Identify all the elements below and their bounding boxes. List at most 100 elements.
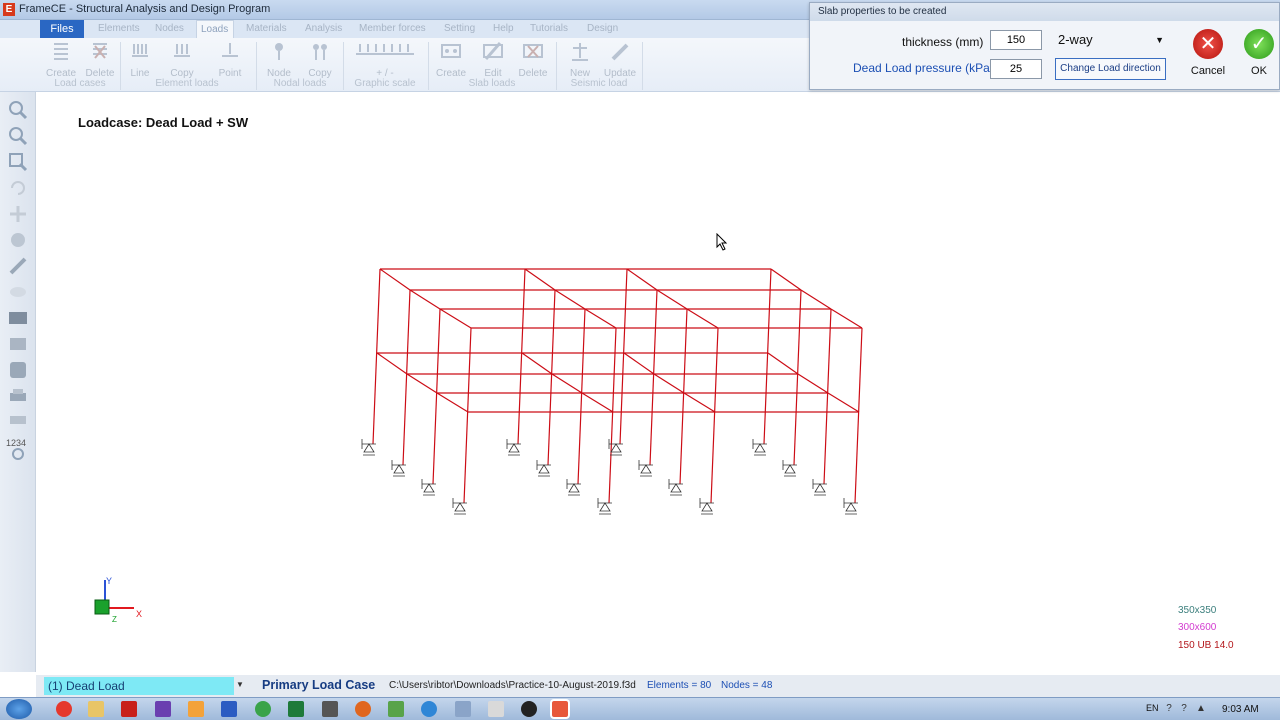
chevron-up-icon[interactable]: ▲ <box>1195 703 1207 715</box>
member-view-icon[interactable] <box>8 256 28 276</box>
column-element[interactable] <box>432 308 441 485</box>
column-element[interactable] <box>793 289 802 466</box>
line-load-button[interactable]: Line <box>120 40 160 79</box>
slab-view-icon[interactable] <box>8 308 28 328</box>
beam-element[interactable] <box>686 308 719 329</box>
column-element[interactable] <box>854 327 863 504</box>
load-case-select[interactable]: (1) Dead Load <box>44 677 234 695</box>
tab-files[interactable]: Files <box>40 20 84 38</box>
beam-element[interactable] <box>584 308 617 329</box>
beam-element[interactable] <box>379 268 411 291</box>
beam-element[interactable] <box>770 268 802 291</box>
delete-loadcase-button[interactable]: Delete <box>80 40 120 79</box>
browser-icon[interactable] <box>255 701 271 717</box>
tab-materials[interactable]: Materials <box>242 20 291 38</box>
pan-icon[interactable] <box>8 204 28 224</box>
change-load-direction-button[interactable]: Change Load direction <box>1055 58 1166 80</box>
graphic-scale-button[interactable]: + / - <box>352 40 418 79</box>
pinned-support-icon[interactable] <box>421 479 436 496</box>
pinned-support-icon[interactable] <box>812 479 827 496</box>
link-icon[interactable] <box>8 444 28 464</box>
beam-element[interactable] <box>521 352 553 375</box>
beam-element[interactable] <box>439 308 472 329</box>
pinned-support-icon[interactable] <box>566 479 581 496</box>
pinned-support-icon[interactable] <box>391 460 406 477</box>
beam-element[interactable] <box>581 392 614 413</box>
beam-element[interactable] <box>626 268 658 291</box>
calc-icon[interactable] <box>388 701 404 717</box>
new-seismic-load-button[interactable]: New <box>560 40 600 79</box>
help-icon-2[interactable]: ? <box>1178 703 1190 715</box>
beam-element[interactable] <box>409 289 441 310</box>
excel-icon[interactable] <box>288 701 304 717</box>
ok-button[interactable]: ✓ OK <box>1237 29 1280 79</box>
firefox-icon[interactable] <box>355 701 371 717</box>
dead-load-input[interactable] <box>990 59 1042 79</box>
clock[interactable]: 9:03 AM <box>1222 704 1259 715</box>
section-view-icon[interactable] <box>8 334 28 354</box>
column-element[interactable] <box>710 327 719 504</box>
print-icon[interactable] <box>8 386 28 406</box>
pinned-support-icon[interactable] <box>638 460 653 477</box>
tab-tutorials[interactable]: Tutorials <box>526 20 572 38</box>
beam-element[interactable] <box>524 268 556 291</box>
zoom-window-icon[interactable] <box>8 152 28 172</box>
tab-nodes[interactable]: Nodes <box>151 20 188 38</box>
column-element[interactable] <box>547 289 556 466</box>
tool-icon[interactable] <box>455 701 471 717</box>
tab-loads[interactable]: Loads <box>196 20 234 38</box>
app-window-icon[interactable] <box>488 701 504 717</box>
pdf-icon[interactable] <box>121 701 137 717</box>
create-slab-load-button[interactable]: Create <box>431 40 471 79</box>
start-button[interactable] <box>6 699 32 719</box>
update-seismic-load-button[interactable]: Update <box>600 40 640 79</box>
column-element[interactable] <box>823 308 832 485</box>
beam-element[interactable] <box>623 352 655 375</box>
pinned-support-icon[interactable] <box>361 439 376 456</box>
beam-element[interactable] <box>800 289 832 310</box>
pinned-support-icon[interactable] <box>536 460 551 477</box>
language-indicator[interactable]: EN <box>1146 703 1159 713</box>
media-icon[interactable] <box>188 701 204 717</box>
column-element[interactable] <box>463 327 472 504</box>
column-element[interactable] <box>679 308 688 485</box>
beam-element[interactable] <box>656 289 688 310</box>
column-element[interactable] <box>619 268 628 445</box>
settings-icon[interactable] <box>8 360 28 380</box>
beam-element[interactable] <box>827 392 860 413</box>
column-element[interactable] <box>608 327 617 504</box>
ie-icon[interactable] <box>421 701 437 717</box>
beam-element[interactable] <box>551 373 583 394</box>
delete-slab-load-button[interactable]: Delete <box>513 40 553 79</box>
beam-element[interactable] <box>683 392 716 413</box>
zoom-out-icon[interactable] <box>8 126 28 146</box>
beam-element[interactable] <box>436 392 469 413</box>
tab-elements[interactable]: Elements <box>94 20 144 38</box>
column-element[interactable] <box>577 308 586 485</box>
beam-element[interactable] <box>406 373 438 394</box>
view-3d-icon[interactable] <box>8 230 28 250</box>
word-icon[interactable] <box>221 701 237 717</box>
beam-element[interactable] <box>797 373 829 394</box>
zoom-in-icon[interactable] <box>8 100 28 120</box>
render-icon[interactable] <box>8 282 28 302</box>
pinned-support-icon[interactable] <box>452 498 467 515</box>
framece-taskbar-icon[interactable] <box>550 699 570 719</box>
slab-type-select[interactable]: 2-way ▼ <box>1056 30 1168 50</box>
column-element[interactable] <box>517 268 526 445</box>
copy-element-load-button[interactable]: Copy <box>162 40 202 79</box>
rotate-icon[interactable] <box>8 178 28 198</box>
pinned-support-icon[interactable] <box>843 498 858 515</box>
tab-member-forces[interactable]: Member forces <box>355 20 430 38</box>
edit-slab-load-button[interactable]: Edit <box>473 40 513 79</box>
pinned-support-icon[interactable] <box>752 439 767 456</box>
pinned-support-icon[interactable] <box>668 479 683 496</box>
chrome-icon[interactable] <box>56 701 72 717</box>
chevron-down-icon[interactable]: ▼ <box>236 680 244 689</box>
pinned-support-icon[interactable] <box>699 498 714 515</box>
folder-icon[interactable] <box>88 701 104 717</box>
column-element[interactable] <box>763 268 772 445</box>
help-icon[interactable]: ? <box>1163 703 1175 715</box>
node-load-button[interactable]: Node <box>259 40 299 79</box>
tab-setting[interactable]: Setting <box>440 20 479 38</box>
